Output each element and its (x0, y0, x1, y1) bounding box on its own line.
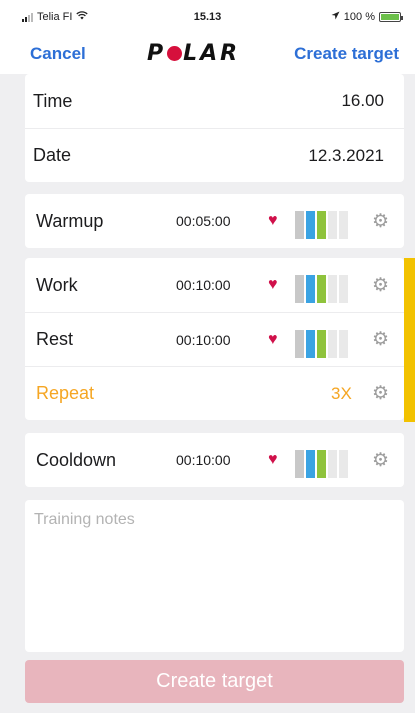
gear-icon[interactable]: ⚙ (372, 274, 389, 297)
heart-zone-bar-3 (317, 330, 326, 358)
heart-zone-indicator (295, 275, 348, 303)
heart-zone-indicator (295, 211, 348, 239)
heart-zone-bar-2 (306, 275, 315, 303)
repeat-group-indicator (404, 258, 415, 422)
training-notes-field[interactable]: Training notes (25, 500, 404, 652)
status-right: 100 % (331, 11, 403, 23)
heart-zone-bar-5 (339, 450, 348, 478)
heart-icon: ♥ (268, 451, 278, 468)
heart-zone-bar-4 (328, 450, 337, 478)
heart-zone-bar-3 (317, 450, 326, 478)
warmup-card: Warmup 00:05:00 ♥ ⚙ (25, 194, 404, 248)
gear-icon[interactable]: ⚙ (372, 449, 389, 472)
heart-zone-indicator (295, 450, 348, 478)
cooldown-card: Cooldown 00:10:00 ♥ ⚙ (25, 433, 404, 487)
cancel-button[interactable]: Cancel (30, 44, 86, 64)
warmup-duration: 00:05:00 (176, 213, 231, 229)
cooldown-duration: 00:10:00 (176, 452, 231, 468)
repeat-row[interactable]: Repeat 3X ⚙ (25, 366, 404, 420)
heart-zone-bar-5 (339, 330, 348, 358)
battery-icon (379, 12, 403, 22)
repeat-label: Repeat (36, 383, 95, 403)
heart-zone-bar-3 (317, 211, 326, 239)
gear-icon[interactable]: ⚙ (372, 382, 389, 405)
heart-zone-bar-4 (328, 330, 337, 358)
heart-zone-bar-4 (328, 211, 337, 239)
heart-zone-bar-1 (295, 275, 304, 303)
rest-label: Rest (36, 329, 74, 349)
gear-icon[interactable]: ⚙ (372, 328, 389, 351)
navigation-bar: Cancel P LAR Create target (0, 34, 415, 74)
heart-zone-bar-2 (306, 211, 315, 239)
repeat-count: 3X (331, 383, 352, 403)
battery-percent: 100 % (343, 11, 375, 23)
cooldown-row[interactable]: Cooldown 00:10:00 ♥ ⚙ (25, 433, 404, 487)
time-label: Time (33, 90, 73, 111)
heart-zone-bar-1 (295, 330, 304, 358)
cooldown-label: Cooldown (36, 449, 117, 470)
time-value[interactable]: 16.00 (341, 91, 384, 111)
heart-icon: ♥ (268, 330, 278, 348)
heart-zone-bar-1 (295, 450, 304, 478)
heart-zone-bar-1 (295, 211, 304, 239)
warmup-label: Warmup (36, 210, 104, 231)
rest-row[interactable]: Rest 00:10:00 ♥ ⚙ (25, 312, 404, 366)
date-label: Date (33, 145, 72, 165)
training-notes-placeholder: Training notes (34, 511, 135, 528)
date-value[interactable]: 12.3.2021 (308, 146, 384, 166)
work-duration: 00:10:00 (176, 277, 231, 293)
gear-icon[interactable]: ⚙ (372, 210, 389, 233)
work-label: Work (36, 274, 78, 295)
heart-zone-bar-2 (306, 450, 315, 478)
heart-zone-indicator (295, 330, 348, 358)
work-row[interactable]: Work 00:10:00 ♥ ⚙ (25, 258, 404, 312)
heart-zone-bar-5 (339, 211, 348, 239)
location-arrow-icon (331, 11, 340, 23)
heart-zone-bar-4 (328, 275, 337, 303)
date-row[interactable]: Date 12.3.2021 (25, 128, 404, 182)
heart-zone-bar-2 (306, 330, 315, 358)
create-target-button[interactable]: Create target (25, 660, 404, 703)
heart-icon: ♥ (268, 212, 278, 229)
time-row[interactable]: Time 16.00 (25, 74, 404, 128)
polar-logo: P LAR (147, 41, 241, 66)
warmup-row[interactable]: Warmup 00:05:00 ♥ ⚙ (25, 194, 404, 248)
rest-duration: 00:10:00 (176, 331, 231, 348)
status-bar: Telia FI 15.13 100 % (0, 0, 415, 34)
interval-card: Work 00:10:00 ♥ ⚙ Rest 00:10:00 ♥ ⚙ Repe… (25, 258, 404, 420)
heart-zone-bar-5 (339, 275, 348, 303)
heart-icon: ♥ (268, 276, 278, 293)
create-target-nav-button[interactable]: Create target (294, 44, 399, 64)
heart-zone-bar-3 (317, 275, 326, 303)
schedule-card: Time 16.00 Date 12.3.2021 (25, 74, 404, 182)
